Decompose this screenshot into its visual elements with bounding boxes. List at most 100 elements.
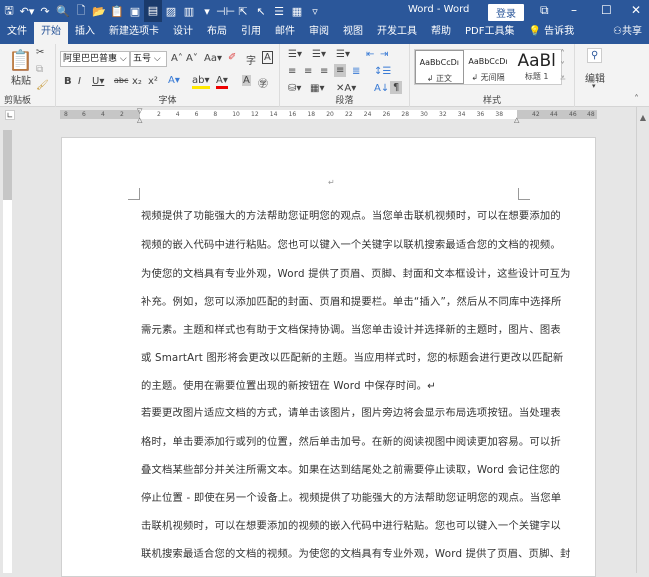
tab-view[interactable]: 视图 — [336, 22, 370, 44]
highlight-icon[interactable]: ab▾ — [192, 75, 210, 89]
ruler-number: 48 — [587, 111, 595, 118]
paste-icon[interactable]: ▾ — [198, 5, 216, 18]
justify-icon[interactable]: ≡ — [334, 64, 347, 77]
multilevel-list-icon[interactable]: ☰▾ — [336, 49, 350, 60]
copy-icon[interactable]: ⧉ — [36, 64, 43, 75]
customize-icon[interactable]: ▿ — [306, 5, 324, 18]
picture-icon[interactable]: ▨ — [162, 5, 180, 18]
tab-mailings[interactable]: 邮件 — [268, 22, 302, 44]
tab-pdf-tools[interactable]: PDF工具集 — [458, 22, 521, 44]
person-icon: ⚇ — [613, 26, 622, 37]
tab-layout[interactable]: 布局 — [200, 22, 234, 44]
font-name-select[interactable]: 阿里巴巴普惠 ⌵ — [60, 51, 130, 67]
login-button[interactable]: 登录 — [488, 4, 524, 21]
format-painter-icon[interactable]: 🖌 — [36, 80, 49, 91]
scroll-up-icon[interactable]: ▲ — [637, 113, 649, 122]
italic-icon[interactable]: I — [78, 76, 81, 87]
styles-more-icon[interactable]: ⩡ — [560, 73, 566, 84]
redo-icon[interactable]: ↷ — [36, 5, 54, 18]
maximize-icon[interactable]: ☐ — [601, 3, 612, 17]
text-line: 停止位置 - 即使在另一个设备上。视频提供了功能强大的方法帮助您证明您的观点。当… — [141, 492, 562, 504]
align-left-icon[interactable]: ≡ — [288, 66, 296, 77]
character-border-icon[interactable]: A — [262, 51, 273, 64]
collapse-ribbon-icon[interactable]: ˄ — [634, 94, 639, 105]
cut-icon[interactable]: ✂ — [36, 47, 44, 58]
document-page[interactable]: ↵ 视频提供了功能强大的方法帮助您证明您的观点。当您单击联机视频时，可以在想要添… — [61, 137, 596, 577]
subscript-icon[interactable]: x₂ — [132, 76, 142, 87]
vertical-ruler[interactable] — [3, 130, 12, 573]
distributed-icon[interactable]: ≣ — [352, 66, 360, 77]
tab-references[interactable]: 引用 — [234, 22, 268, 44]
tell-me[interactable]: 💡 告诉我 — [521, 22, 581, 44]
line-spacing-icon[interactable]: ↕☰ — [374, 66, 391, 77]
text-line: 格时，单击要添加行或列的位置，然后单击加号。在新的阅读视图中阅读更加容易。可以折 — [141, 436, 561, 448]
character-shading-icon[interactable]: A — [242, 75, 251, 86]
clipboard-icon[interactable]: 📋 — [108, 5, 126, 18]
grow-font-icon[interactable]: A˄ — [171, 53, 183, 64]
vertical-scrollbar[interactable]: ▲ — [636, 107, 649, 573]
align-right-icon[interactable]: ≡ — [320, 66, 328, 77]
search-icon[interactable]: ⚲ — [587, 48, 603, 63]
tab-developer[interactable]: 开发工具 — [370, 22, 424, 44]
share-label: 共享 — [622, 26, 642, 37]
tab-stop-selector-icon[interactable]: ∟ — [5, 110, 15, 120]
bullets-icon[interactable]: ☰▾ — [288, 49, 302, 60]
undo-icon[interactable]: ↶▾ — [18, 5, 36, 18]
style-normal[interactable]: AaBbCcDı ↲ 正文 — [415, 50, 464, 84]
minimize-icon[interactable]: – — [571, 3, 577, 17]
paste-icon[interactable]: 📋 — [8, 48, 33, 72]
style-no-spacing[interactable]: AaBbCcDı ↲ 无间隔 — [464, 50, 513, 84]
ruler-number: 2 — [120, 111, 124, 118]
save-icon[interactable]: 🖫 — [0, 2, 18, 21]
read-mode-icon[interactable]: ▤ — [144, 0, 162, 22]
align-center-icon[interactable]: ≡ — [304, 66, 312, 77]
bold-icon[interactable]: B — [64, 76, 72, 87]
horizontal-ruler[interactable]: 8 6 4 2 2 4 6 8 10 12 14 16 18 20 22 24 26 28 30 32 34 36… — [60, 107, 597, 124]
share-button[interactable]: ⚇共享 — [606, 22, 649, 44]
style-name: ↲ 正文 — [426, 74, 452, 83]
tab-home[interactable]: 开始 — [34, 22, 68, 44]
editing-group[interactable]: ⚲ 编辑 ▾ — [575, 44, 620, 107]
text-line: 需元素。主题和样式也有助于文档保持协调。当您单击设计并选择新的主题时，图片、图表 — [141, 324, 561, 336]
print-preview-icon[interactable]: 🔍 — [54, 5, 72, 18]
enclose-characters-icon[interactable]: ㊫ — [258, 75, 268, 90]
spacing-icon[interactable]: ⊣⊢ — [216, 5, 235, 18]
right-indent-marker[interactable]: △ — [514, 116, 519, 125]
close-icon[interactable]: ✕ — [631, 3, 641, 17]
select-icon[interactable]: ⇱ — [234, 5, 252, 18]
underline-icon[interactable]: U▾ — [92, 76, 104, 87]
tab-design[interactable]: 设计 — [166, 22, 200, 44]
clear-format-icon[interactable]: ✐ — [228, 52, 236, 63]
font-color-icon[interactable]: A▾ — [216, 75, 228, 89]
strikethrough-icon[interactable]: abc — [114, 76, 128, 85]
font-size-select[interactable]: 五号 ⌵ — [130, 51, 167, 67]
tab-help[interactable]: 帮助 — [424, 22, 458, 44]
styles-scroll-up-icon[interactable]: ˄ — [560, 49, 565, 60]
ruler-number: 8 — [213, 111, 218, 118]
paste-button[interactable]: 粘贴 — [11, 72, 31, 87]
shrink-font-icon[interactable]: A˅ — [186, 53, 198, 64]
first-line-indent-marker[interactable]: ▽ — [137, 107, 142, 116]
columns-icon[interactable]: ▥ — [180, 5, 198, 18]
style-heading-1[interactable]: AaBl 标题 1 — [512, 50, 561, 84]
pointer-icon[interactable]: ↖ — [252, 5, 270, 18]
tab-file[interactable]: 文件 — [0, 22, 34, 44]
text-effects-icon[interactable]: A▾ — [168, 75, 180, 86]
increase-indent-icon[interactable]: ⇥ — [380, 49, 388, 60]
tab-new-tab[interactable]: 新建选项卡 — [102, 22, 166, 44]
tab-insert[interactable]: 插入 — [68, 22, 102, 44]
open-icon[interactable]: 📂 — [90, 5, 108, 18]
left-indent-marker[interactable]: △ — [137, 116, 142, 125]
change-case-icon[interactable]: Aa▾ — [204, 53, 222, 64]
decrease-indent-icon[interactable]: ⇤ — [366, 49, 374, 60]
new-document-icon[interactable]: 🗋 — [72, 2, 90, 21]
tab-review[interactable]: 审阅 — [302, 22, 336, 44]
numbering-icon[interactable]: ☰▾ — [312, 49, 326, 60]
styles-scroll-down-icon[interactable]: ˅ — [560, 61, 565, 72]
phonetic-guide-icon[interactable]: 字 — [246, 52, 256, 67]
screenshot-icon[interactable]: ▣ — [126, 5, 144, 18]
superscript-icon[interactable]: x² — [148, 76, 158, 87]
ribbon-display-icon[interactable]: ⧉ — [540, 3, 549, 18]
bullets-icon[interactable]: ☰ — [270, 5, 288, 18]
table-icon[interactable]: ▦ — [288, 5, 306, 18]
